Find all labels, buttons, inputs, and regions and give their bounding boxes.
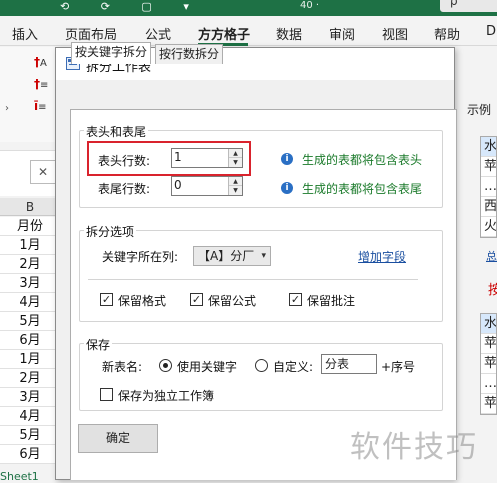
info-icon: i bbox=[281, 182, 293, 194]
tab-review[interactable]: 审阅 bbox=[329, 24, 355, 43]
list-item: 水 bbox=[481, 314, 496, 334]
table-cell[interactable]: 1月 bbox=[0, 236, 60, 255]
custom-name-label: 自定义: bbox=[273, 360, 314, 374]
example-arrow-text: 按 bbox=[488, 283, 497, 298]
excel-title-strip: ⟲ ⟳ ▢ ▾ 40 · ρ bbox=[0, 0, 497, 16]
list-item: 苹 bbox=[481, 157, 496, 177]
footer-rows-stepper[interactable]: 0 ▲ ▼ bbox=[171, 176, 243, 196]
ribbon-tools-icon[interactable]: ī≡ bbox=[34, 99, 56, 115]
example-link[interactable]: 总 bbox=[486, 248, 497, 264]
table-cell[interactable]: 3月 bbox=[0, 274, 60, 293]
spin-down-icon[interactable]: ▼ bbox=[229, 186, 242, 195]
chevron-down-icon: ▾ bbox=[261, 251, 266, 261]
table-cell[interactable]: 5月 bbox=[0, 312, 60, 331]
ok-button[interactable]: 确定 bbox=[78, 424, 158, 453]
example-list-after: 水苹苹… 苹 bbox=[480, 313, 497, 415]
window-title: 40 · bbox=[300, 0, 320, 11]
tab-split-by-rows[interactable]: 按行数拆分 bbox=[155, 44, 224, 64]
footer-hint: 生成的表都将包含表尾 bbox=[302, 182, 423, 196]
table-cell[interactable]: 4月 bbox=[0, 293, 60, 312]
ribbon-expand-icon[interactable]: › bbox=[5, 103, 9, 114]
ribbon-split-icon[interactable]: †A bbox=[34, 55, 56, 71]
group-header-footer-label: 表头和表尾 bbox=[84, 123, 149, 140]
group-save-label: 保存 bbox=[84, 336, 113, 353]
spin-up-icon[interactable]: ▲ bbox=[229, 177, 242, 186]
list-item: … bbox=[481, 374, 496, 394]
footer-rows-spin: ▲ ▼ bbox=[228, 177, 242, 195]
keep-format-checkbox[interactable]: ✓ bbox=[100, 293, 113, 306]
list-item: 火 bbox=[481, 217, 496, 237]
list-item: 水 bbox=[481, 137, 496, 157]
keep-formula-checkbox[interactable]: ✓ bbox=[190, 293, 203, 306]
list-item: 苹 bbox=[481, 394, 496, 414]
add-field-link[interactable]: 增加字段 bbox=[358, 248, 406, 265]
sheet-tab[interactable]: Sheet1 bbox=[0, 470, 39, 483]
watermark: 软件技巧 bbox=[350, 430, 478, 465]
table-cell[interactable]: 5月 bbox=[0, 426, 60, 445]
keep-format-label: 保留格式 bbox=[118, 294, 167, 308]
info-icon: i bbox=[281, 153, 293, 165]
keep-formula-label: 保留公式 bbox=[208, 294, 257, 308]
table-cell[interactable]: 4月 bbox=[0, 407, 60, 426]
custom-name-input[interactable]: 分表 bbox=[321, 354, 377, 374]
keep-comment-label: 保留批注 bbox=[307, 294, 356, 308]
use-keyword-label: 使用关键字 bbox=[177, 360, 238, 374]
save-independent-label: 保存为独立工作簿 bbox=[118, 389, 215, 403]
suffix-label: +序号 bbox=[381, 360, 416, 374]
list-item: 西 bbox=[481, 197, 496, 217]
header-hint: 生成的表都将包含表头 bbox=[302, 153, 423, 167]
table-cell[interactable]: 2月 bbox=[0, 255, 60, 274]
tab-data[interactable]: 数据 bbox=[276, 24, 302, 43]
table-cell[interactable]: 1月 bbox=[0, 350, 60, 369]
separator bbox=[88, 279, 418, 280]
column-header-b[interactable]: B bbox=[0, 198, 60, 216]
quick-access-icons[interactable]: ⟲ ⟳ ▢ ▾ bbox=[60, 0, 203, 13]
tab-insert[interactable]: 插入 bbox=[12, 24, 38, 43]
save-independent-checkbox[interactable] bbox=[100, 388, 113, 401]
ribbon-fragment: †A †≡ ī≡ › bbox=[0, 47, 60, 142]
list-item: 苹 bbox=[481, 334, 496, 354]
table-cell[interactable]: 3月 bbox=[0, 388, 60, 407]
example-label: 示例 bbox=[467, 103, 492, 117]
table-cell[interactable]: 6月 bbox=[0, 445, 60, 464]
formula-cancel-icon[interactable]: ✕ bbox=[30, 160, 56, 184]
list-item: … bbox=[481, 177, 496, 197]
ribbon-merge-icon[interactable]: †≡ bbox=[34, 77, 56, 93]
custom-name-radio[interactable] bbox=[255, 359, 268, 372]
table-cell[interactable]: 2月 bbox=[0, 369, 60, 388]
tab-view[interactable]: 视图 bbox=[382, 24, 408, 43]
search-icon[interactable]: ρ bbox=[440, 0, 497, 12]
tab-formulas[interactable]: 公式 bbox=[145, 24, 171, 43]
highlight-box bbox=[87, 141, 251, 176]
table-cell[interactable]: 6月 bbox=[0, 331, 60, 350]
footer-rows-value: 0 bbox=[174, 178, 182, 192]
example-list-before: 水苹… 西火 bbox=[480, 136, 497, 238]
tab-page-layout[interactable]: 页面布局 bbox=[65, 24, 117, 43]
footer-rows-label: 表尾行数: bbox=[98, 182, 151, 196]
use-keyword-radio[interactable] bbox=[159, 359, 172, 372]
list-item: 苹 bbox=[481, 354, 496, 374]
tab-help[interactable]: 帮助 bbox=[434, 24, 460, 43]
table-cell[interactable]: 月份 bbox=[0, 217, 60, 236]
group-split-options-label: 拆分选项 bbox=[84, 223, 137, 240]
key-column-label: 关键字所在列: bbox=[102, 250, 179, 264]
tab-fangfang[interactable]: 方方格子 bbox=[198, 24, 250, 43]
tab-overflow[interactable]: D bbox=[486, 24, 496, 39]
key-column-select[interactable]: 【A】分厂 ▾ bbox=[193, 246, 271, 266]
key-column-value: 【A】分厂 bbox=[198, 249, 255, 263]
new-name-label: 新表名: bbox=[102, 360, 143, 374]
tab-split-by-keyword[interactable]: 按关键字拆分 bbox=[71, 42, 152, 64]
keep-comment-checkbox[interactable]: ✓ bbox=[289, 293, 302, 306]
